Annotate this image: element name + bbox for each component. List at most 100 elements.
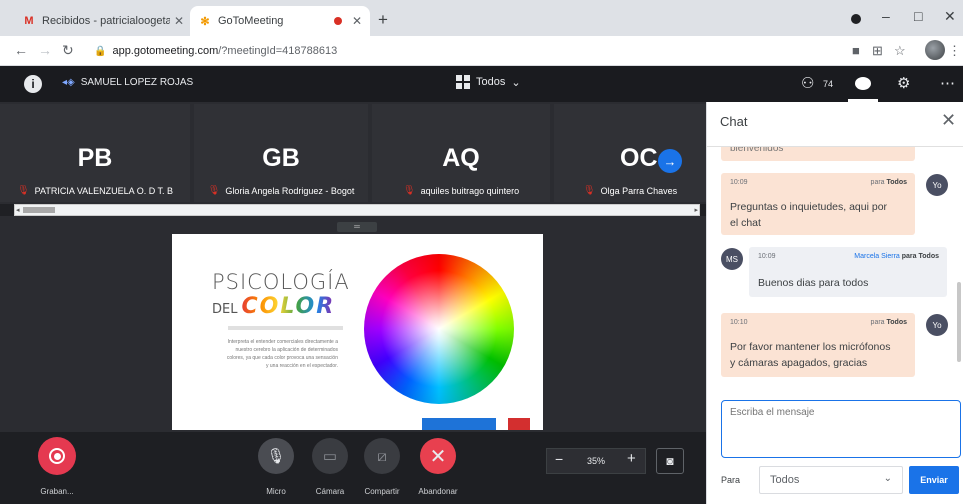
zoom-out-icon[interactable]: − — [555, 451, 563, 467]
participant-tile[interactable]: AQ 🎙 aquiles buitrago quintero — [372, 104, 550, 202]
close-chat-icon[interactable]: ✕ — [941, 110, 956, 131]
participant-strip: PB 🎙 PATRICIA VALENZUELA O. D T. B GB 🎙 Gl… — [0, 102, 706, 204]
chat-message: bienvenidos — [721, 147, 915, 161]
url-path: /?meetingId=418788613 — [218, 45, 338, 57]
participant-initials: AQ — [442, 144, 480, 172]
participant-tile[interactable]: GB 🎙 Gloria Angela Rodriguez - Bogot — [194, 104, 368, 202]
tab-title: GoToMeeting — [218, 15, 284, 27]
next-participants-icon[interactable]: → — [658, 149, 682, 173]
color-wheel-image — [364, 254, 514, 404]
mic-button[interactable]: 🎙 — [258, 438, 294, 474]
bookmark-star-icon[interactable]: ☆ — [894, 43, 906, 59]
speaker-icon: ◂◈ — [62, 77, 75, 88]
view-selector[interactable]: Todos ⌄ — [456, 75, 521, 89]
chat-toggle-button[interactable] — [848, 68, 878, 102]
people-icon[interactable]: ⚇ — [801, 74, 814, 92]
snapshot-button[interactable]: ◙ — [656, 448, 684, 474]
footer-red-logo — [508, 418, 530, 430]
chat-message: 10:09 para Todos Preguntas o inquietudes… — [721, 173, 915, 235]
media-indicator-icon[interactable] — [851, 14, 861, 24]
lock-icon: 🔒 — [94, 45, 107, 57]
profile-avatar-icon[interactable] — [925, 40, 945, 60]
mic-muted-icon: 🎙 — [582, 185, 596, 196]
people-count: 74 — [823, 79, 834, 89]
leave-label: Abandonar — [418, 487, 458, 496]
chrome-menu-icon[interactable]: ⋮ — [948, 43, 961, 59]
mic-muted-icon: 🎙 — [402, 185, 416, 196]
slide-subtitle: DEL COLOR — [212, 294, 335, 319]
tab-gmail[interactable]: M Recibidos - patricialoogeta@g ✕ — [14, 6, 192, 36]
info-icon[interactable]: i — [24, 75, 42, 93]
message-input[interactable] — [730, 407, 950, 418]
zoom-in-icon[interactable]: + — [627, 450, 636, 467]
footer-blue-logo — [422, 418, 496, 430]
leave-button[interactable]: ✕ — [420, 438, 456, 474]
chat-panel: Chat ✕ bienvenidos 10:09 para Todos Preg… — [706, 102, 963, 504]
participant-scrollbar[interactable]: ◂ ▸ — [14, 204, 700, 216]
view-label: Todos — [476, 76, 506, 88]
participant-tile[interactable]: PB 🎙 PATRICIA VALENZUELA O. D T. B — [0, 104, 190, 202]
organizer-name: SAMUEL LOPEZ ROJAS — [80, 77, 194, 88]
settings-gear-icon[interactable]: ⚙ — [897, 74, 910, 92]
scroll-right-icon[interactable]: ▸ — [694, 206, 698, 214]
share-screen-button[interactable]: ⧄ — [364, 438, 400, 474]
chevron-down-icon: ⌄ — [883, 473, 892, 484]
message-compose[interactable] — [721, 400, 961, 458]
message-time: 10:09 — [758, 253, 776, 260]
recipient-label: Para — [721, 475, 741, 485]
message-recipient: para Todos — [870, 319, 907, 326]
close-tab-icon[interactable]: ✕ — [352, 14, 362, 28]
chat-messages: bienvenidos 10:09 para Todos Preguntas o… — [707, 147, 963, 403]
record-label: Graban... — [40, 487, 74, 496]
url-host: app.gotomeeting.com — [112, 45, 219, 57]
new-tab-icon[interactable]: + — [378, 10, 388, 30]
more-options-icon[interactable]: ⋯ — [940, 74, 955, 92]
slide-footer — [408, 418, 542, 430]
record-button[interactable] — [38, 437, 76, 475]
grid-view-icon — [456, 75, 470, 89]
participant-tile[interactable]: OC 🎙 Olga Parra Chaves — [554, 104, 706, 202]
minimize-icon[interactable]: – — [882, 8, 890, 24]
gmail-icon: M — [24, 15, 34, 27]
close-tab-icon[interactable]: ✕ — [174, 14, 184, 28]
tab-title: Recibidos - patricialoogeta@g — [42, 15, 170, 27]
back-icon[interactable]: ← — [14, 42, 28, 58]
chat-message: 10:09 Marcela Sierra para Todos Buenos d… — [749, 247, 947, 297]
address-bar: ← → ↻ 🔒 app.gotomeeting.com /?meetingId=… — [0, 36, 963, 66]
participant-name: PATRICIA VALENZUELA O. D T. B — [34, 185, 174, 196]
camera-off-icon: ▭ — [322, 448, 338, 465]
chat-title: Chat — [720, 114, 748, 129]
share-drag-handle[interactable]: ═ — [337, 222, 377, 232]
participant-initials: OC — [620, 144, 658, 172]
message-time: 10:09 — [730, 179, 748, 186]
forward-icon[interactable]: → — [38, 42, 52, 58]
message-recipient: para Todos — [870, 179, 907, 186]
recipient-select[interactable]: Todos ⌄ — [759, 466, 903, 494]
record-icon — [49, 448, 65, 464]
send-button[interactable]: Enviar — [909, 466, 959, 494]
close-icon: ✕ — [429, 445, 447, 468]
url-field[interactable]: 🔒 app.gotomeeting.com /?meetingId=418788… — [94, 40, 834, 62]
scroll-thumb[interactable] — [23, 207, 55, 213]
chat-bubble-icon — [855, 77, 871, 90]
window-close-icon[interactable]: ✕ — [944, 8, 956, 25]
translate-icon[interactable]: ⊞ — [872, 43, 883, 59]
share-screen-off-icon: ⧄ — [377, 447, 387, 465]
camera-permission-icon[interactable]: ■ — [852, 43, 860, 58]
participant-name: Olga Parra Chaves — [600, 185, 678, 196]
slide-subtitle-color: COLOR — [241, 294, 336, 319]
tab-gotomeeting[interactable]: ✻ GoToMeeting ✕ — [190, 6, 370, 36]
slide-divider — [228, 326, 343, 330]
message-text: Preguntas o inquietudes, aqui por el chat — [730, 201, 888, 229]
reload-icon[interactable]: ↻ — [62, 42, 74, 59]
maximize-icon[interactable]: □ — [914, 8, 922, 24]
chat-scrollbar[interactable] — [957, 282, 961, 362]
scroll-left-icon[interactable]: ◂ — [16, 206, 20, 214]
avatar: Yo — [926, 314, 948, 336]
chevron-down-icon: ⌄ — [511, 76, 521, 89]
camera-button[interactable]: ▭ — [312, 438, 348, 474]
message-text: bienvenidos — [730, 147, 784, 154]
mic-muted-icon: 🎙 — [266, 448, 286, 465]
message-time: 10:10 — [730, 319, 748, 326]
meeting-header: i ◂◈ SAMUEL LOPEZ ROJAS Todos ⌄ ⚇ 74 ⚙ ⋯ — [0, 66, 963, 102]
